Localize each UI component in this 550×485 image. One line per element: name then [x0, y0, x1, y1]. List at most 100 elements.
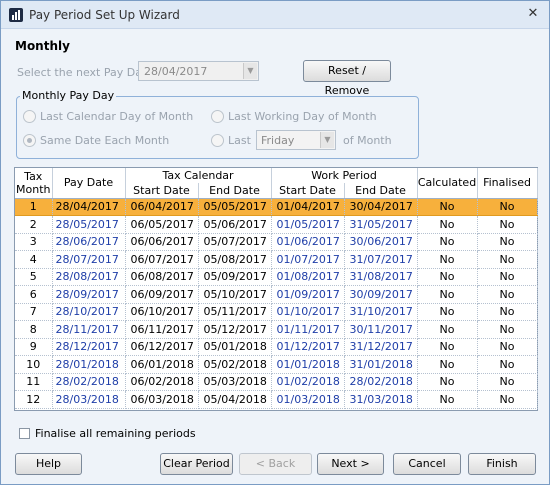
cell-pay-date: 28/04/2017: [52, 198, 126, 216]
cell-work-start: 01/07/2017: [271, 250, 345, 269]
help-label: Help: [35, 457, 62, 470]
cell-tax-end: 05/05/2017: [198, 198, 272, 216]
cell-finalised: No: [477, 355, 538, 374]
cell-work-end: 30/04/2017: [344, 198, 418, 216]
header-work-period: Work Period: [271, 168, 418, 183]
reset-remove-button[interactable]: Reset / Remove: [303, 60, 391, 97]
cell-work-start: 01/12/2017: [271, 338, 345, 356]
radio-last-working-day[interactable]: Last Working Day of Month: [211, 110, 377, 123]
cell-work-start: 01/11/2017: [271, 320, 345, 339]
cell-finalised: No: [477, 250, 538, 269]
cell-tax-start: 06/02/2018: [125, 373, 199, 391]
radio-circle[interactable]: [23, 110, 36, 123]
back-label: < Back: [255, 457, 296, 470]
chevron-down-icon[interactable]: ▼: [243, 63, 257, 79]
window-title: Pay Period Set Up Wizard: [29, 8, 180, 22]
monthly-pay-day-group: [16, 96, 419, 159]
finish-label: Finish: [486, 457, 518, 470]
cell-work-end: 31/10/2017: [344, 303, 418, 321]
cell-work-end: 28/02/2018: [344, 373, 418, 391]
cell-calculated: No: [417, 250, 478, 269]
cell-tax-start: 06/01/2018: [125, 355, 199, 374]
cell-finalised: No: [477, 390, 538, 409]
radio-circle-selected[interactable]: [23, 134, 36, 147]
header-pay-date: Pay Date: [52, 168, 126, 199]
help-button[interactable]: Help: [15, 453, 82, 475]
back-button[interactable]: < Back: [239, 453, 312, 475]
cell-calculated: No: [417, 390, 478, 409]
cell-finalised: No: [477, 198, 538, 216]
cell-tax-end: 05/07/2017: [198, 233, 272, 251]
cell-tax-end: 05/02/2018: [198, 355, 272, 374]
radio-last-weekday[interactable]: Last: [211, 134, 251, 147]
next-pay-date-select[interactable]: 28/04/2017 ▼: [138, 61, 259, 81]
cell-calculated: No: [417, 285, 478, 304]
chevron-down-icon[interactable]: ▼: [320, 132, 334, 148]
cell-tax-end: 05/03/2018: [198, 373, 272, 391]
cell-work-end: 31/07/2017: [344, 250, 418, 269]
cancel-button[interactable]: Cancel: [393, 453, 461, 475]
table-row[interactable]: 5 28/08/2017 06/08/2017 05/09/2017 01/08/201…: [15, 268, 538, 286]
cell-tax-end: 05/08/2017: [198, 250, 272, 269]
cell-pay-date: 28/10/2017: [52, 303, 126, 321]
cell-calculated: No: [417, 215, 478, 234]
cell-tax-month: 7: [15, 303, 53, 321]
cell-tax-end: 05/11/2017: [198, 303, 272, 321]
table-row[interactable]: 3 28/06/2017 06/06/2017 05/07/2017 01/06/201…: [15, 233, 538, 251]
of-month-label: of Month: [343, 134, 392, 147]
cell-calculated: No: [417, 355, 478, 374]
table-row[interactable]: 10 28/01/2018 06/01/2018 05/02/2018 01/01/20…: [15, 355, 538, 374]
cell-work-start: 01/03/2018: [271, 390, 345, 409]
weekday-select[interactable]: Friday ▼: [256, 130, 336, 150]
cell-pay-date: 28/03/2018: [52, 390, 126, 409]
table-row[interactable]: 2 28/05/2017 06/05/2017 05/06/2017 01/05/201…: [15, 215, 538, 234]
header-work-end-date: End Date: [344, 183, 418, 199]
cell-work-start: 01/04/2017: [271, 198, 345, 216]
table-row[interactable]: 9 28/12/2017 06/12/2017 05/01/2018 01/12/201…: [15, 338, 538, 356]
cell-finalised: No: [477, 215, 538, 234]
finalise-all-checkbox[interactable]: Finalise all remaining periods: [19, 427, 196, 440]
cell-work-end: 30/09/2017: [344, 285, 418, 304]
table-row[interactable]: 1 28/04/2017 06/04/2017 05/05/2017 01/04/201…: [15, 198, 538, 216]
cell-work-start: 01/10/2017: [271, 303, 345, 321]
finish-button[interactable]: Finish: [468, 453, 536, 475]
table-row[interactable]: 11 28/02/2018 06/02/2018 05/03/2018 01/02/20…: [15, 373, 538, 391]
table-row[interactable]: 7 28/10/2017 06/10/2017 05/11/2017 01/10/201…: [15, 303, 538, 321]
table-row[interactable]: 8 28/11/2017 06/11/2017 05/12/2017 01/11/201…: [15, 320, 538, 339]
cell-work-start: 01/01/2018: [271, 355, 345, 374]
cell-tax-month: 9: [15, 338, 53, 356]
cell-work-end: 31/01/2018: [344, 355, 418, 374]
cell-work-start: 01/05/2017: [271, 215, 345, 234]
cell-tax-start: 06/10/2017: [125, 303, 199, 321]
radio-last-label: Last: [228, 134, 251, 147]
cell-work-end: 30/11/2017: [344, 320, 418, 339]
cell-pay-date: 28/07/2017: [52, 250, 126, 269]
table-row[interactable]: 4 28/07/2017 06/07/2017 05/08/2017 01/07/201…: [15, 250, 538, 269]
clear-period-button[interactable]: Clear Period: [160, 453, 233, 475]
checkbox-box[interactable]: [19, 428, 30, 439]
radio-circle[interactable]: [211, 110, 224, 123]
cell-finalised: No: [477, 233, 538, 251]
cell-work-end: 31/03/2018: [344, 390, 418, 409]
radio-same-date-each-month[interactable]: Same Date Each Month: [23, 134, 169, 147]
cell-tax-month: 6: [15, 285, 53, 304]
header-calculated: Calculated: [417, 168, 478, 199]
radio-circle[interactable]: [211, 134, 224, 147]
cell-tax-month: 1: [15, 198, 53, 216]
radio-same-date-label: Same Date Each Month: [40, 134, 170, 147]
cell-pay-date: 28/09/2017: [52, 285, 126, 304]
cell-calculated: No: [417, 338, 478, 356]
next-button[interactable]: Next >: [317, 453, 384, 475]
cell-work-end: 31/05/2017: [344, 215, 418, 234]
cell-calculated: No: [417, 268, 478, 286]
cell-work-start: 01/06/2017: [271, 233, 345, 251]
cell-tax-month: 12: [15, 390, 53, 409]
cell-work-start: 01/02/2018: [271, 373, 345, 391]
cell-tax-month: 5: [15, 268, 53, 286]
table-row[interactable]: 12 28/03/2018 06/03/2018 05/04/2018 01/03/20…: [15, 390, 538, 409]
table-row[interactable]: 6 28/09/2017 06/09/2017 05/10/2017 01/09/201…: [15, 285, 538, 304]
cell-work-start: 01/09/2017: [271, 285, 345, 304]
radio-last-calendar-day[interactable]: Last Calendar Day of Month: [23, 110, 193, 123]
cell-tax-start: 06/12/2017: [125, 338, 199, 356]
close-icon[interactable]: ✕: [525, 6, 541, 22]
